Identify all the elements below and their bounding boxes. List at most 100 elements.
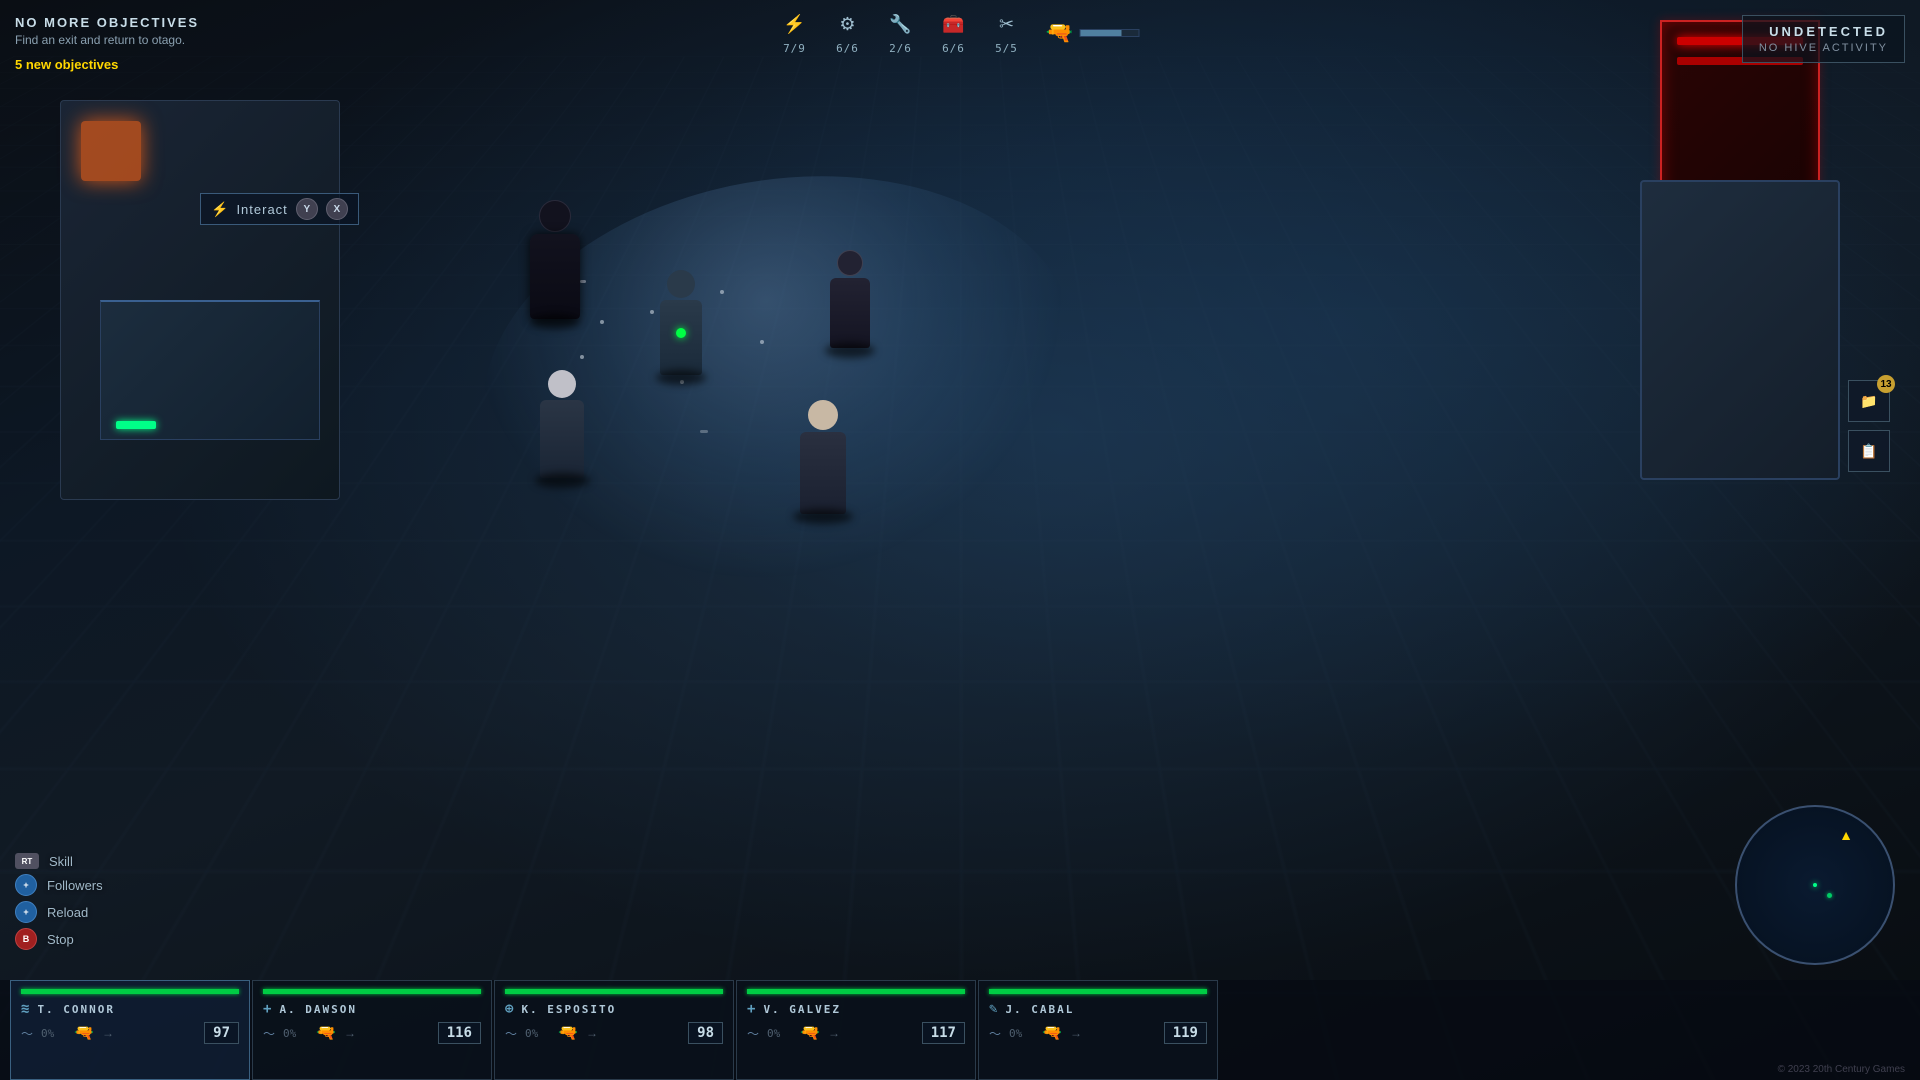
interact-key-y: Y xyxy=(296,198,318,220)
gear-icon: ⚙ xyxy=(834,10,862,38)
cabal-health-bar xyxy=(989,989,1207,994)
arrow-icon: → xyxy=(102,1026,114,1040)
arrow-icon: → xyxy=(1070,1026,1082,1040)
interact-label: Interact xyxy=(236,202,287,217)
action-followers: + Followers xyxy=(15,874,103,896)
new-objectives-label: 5 new objectives xyxy=(15,57,199,72)
char-indicator xyxy=(676,328,686,338)
reload-label: Reload xyxy=(47,905,88,920)
hud-icon-weapon: 🔫 xyxy=(1046,19,1140,47)
folder-button[interactable]: 📁 13 xyxy=(1848,380,1890,422)
wrench-icon: 🔧 xyxy=(887,10,915,38)
interact-prompt: ⚡ Interact Y X xyxy=(200,193,359,225)
esposito-health-bar xyxy=(505,989,723,994)
character-green-light xyxy=(660,270,702,375)
reload-button[interactable]: + xyxy=(15,901,37,923)
scissors-icon: ✂ xyxy=(993,10,1021,38)
ammo-fill xyxy=(1081,30,1122,36)
galvez-weapon-icon: 🔫 xyxy=(800,1023,820,1043)
cabal-health-fill xyxy=(989,989,1207,994)
clipboard-icon: 📋 xyxy=(1860,443,1877,460)
character-front-left xyxy=(540,370,584,478)
char-card-esposito: ⊕ K. ESPOSITO 〜 0% 🔫 → 98 xyxy=(494,980,734,1080)
minimap: ▲ xyxy=(1735,805,1895,965)
debris-particle xyxy=(720,290,724,294)
minimap-arrow: ▲ xyxy=(1839,827,1853,843)
connor-health-bar xyxy=(21,989,239,994)
char-shadow xyxy=(530,314,580,329)
galvez-health-fill xyxy=(747,989,965,994)
skill-label: Skill xyxy=(49,854,73,869)
hud-right-icons: 📁 13 📋 xyxy=(1848,380,1890,472)
status-undetected: UNDETECTED xyxy=(1759,24,1888,39)
copyright-text: © 2023 20th Century Games xyxy=(1778,1064,1905,1075)
hud-icon-bolts: ⚡ 7/9 xyxy=(781,10,809,55)
character-cards-bar: ≋ T. CONNOR 〜 0% 🔫 → 97 + A. DAWSON 〜 xyxy=(0,980,1920,1080)
medkit-icon: 🧰 xyxy=(940,10,968,38)
connor-weapon-icon: 🔫 xyxy=(74,1023,94,1043)
char-card-cabal: ✎ J. CABAL 〜 0% 🔫 → 119 xyxy=(978,980,1218,1080)
char-shadow xyxy=(535,473,590,488)
char-card-galvez: + V. GALVEZ 〜 0% 🔫 → 117 xyxy=(736,980,976,1080)
dawson-health-bar xyxy=(263,989,481,994)
char-head xyxy=(837,250,863,276)
debris-particle xyxy=(700,430,708,433)
ammo-bar xyxy=(1080,29,1140,37)
galvez-name: + V. GALVEZ xyxy=(747,1001,965,1017)
terminal-right xyxy=(1640,180,1840,480)
dawson-icon: + xyxy=(263,1001,273,1017)
clipboard-button[interactable]: 📋 xyxy=(1848,430,1890,472)
action-stop: B Stop xyxy=(15,928,103,950)
weapon-icon: 🔫 xyxy=(1046,19,1074,47)
char-body xyxy=(660,300,702,375)
dawson-name: + A. DAWSON xyxy=(263,1001,481,1017)
esposito-name: ⊕ K. ESPOSITO xyxy=(505,1001,723,1017)
esposito-health-fill xyxy=(505,989,723,994)
folder-icon: 📁 xyxy=(1860,393,1877,410)
char-body xyxy=(530,234,580,319)
cabal-weapon-icon: 🔫 xyxy=(1042,1023,1062,1043)
bolts-icon: ⚡ xyxy=(781,10,809,38)
console-left xyxy=(100,300,320,440)
dawson-health-fill xyxy=(263,989,481,994)
arrow-icon: → xyxy=(586,1026,598,1040)
character-right xyxy=(830,250,870,348)
hud-objectives: NO MORE OBJECTIVES Find an exit and retu… xyxy=(15,15,199,72)
connor-stats: 〜 0% 🔫 → 97 xyxy=(21,1022,239,1044)
char-body xyxy=(830,278,870,348)
stop-label: Stop xyxy=(47,932,74,947)
dawson-stats: 〜 0% 🔫 → 116 xyxy=(263,1022,481,1044)
objective-subtitle: Find an exit and return to otago. xyxy=(15,33,199,47)
game-viewport: ⚡ Interact Y X NO MORE OBJECTIVES Find a… xyxy=(0,0,1920,1080)
heartbeat-icon: 〜 xyxy=(747,1025,759,1042)
objective-title: NO MORE OBJECTIVES xyxy=(15,15,199,30)
char-body xyxy=(800,432,846,514)
connor-name: ≋ T. CONNOR xyxy=(21,1001,239,1017)
debris-particle xyxy=(600,320,604,324)
hud-status-panel: UNDETECTED NO HIVE ACTIVITY xyxy=(1742,15,1905,63)
folder-badge: 13 xyxy=(1877,375,1895,393)
cabal-stats: 〜 0% 🔫 → 119 xyxy=(989,1022,1207,1044)
char-head xyxy=(667,270,695,298)
connor-icon: ≋ xyxy=(21,1001,31,1017)
debris-particle xyxy=(580,280,586,283)
arrow-icon: → xyxy=(828,1026,840,1040)
rt-button[interactable]: RT xyxy=(15,853,39,869)
char-head xyxy=(548,370,576,398)
action-reload: + Reload xyxy=(15,901,103,923)
debris-particle xyxy=(580,355,584,359)
char-head xyxy=(808,400,838,430)
char-card-dawson: + A. DAWSON 〜 0% 🔫 → 116 xyxy=(252,980,492,1080)
hud-icon-gear: ⚙ 6/6 xyxy=(834,10,862,55)
galvez-stats: 〜 0% 🔫 → 117 xyxy=(747,1022,965,1044)
debris-particle xyxy=(760,340,764,344)
scissors-count: 5/5 xyxy=(995,42,1018,55)
esposito-stats: 〜 0% 🔫 → 98 xyxy=(505,1022,723,1044)
stop-button[interactable]: B xyxy=(15,928,37,950)
char-shadow xyxy=(656,370,706,385)
hud-icon-scissors: ✂ 5/5 xyxy=(993,10,1021,55)
char-shadow xyxy=(793,509,853,524)
followers-button[interactable]: + xyxy=(15,874,37,896)
heartbeat-icon: 〜 xyxy=(21,1025,33,1042)
char-body xyxy=(540,400,584,478)
